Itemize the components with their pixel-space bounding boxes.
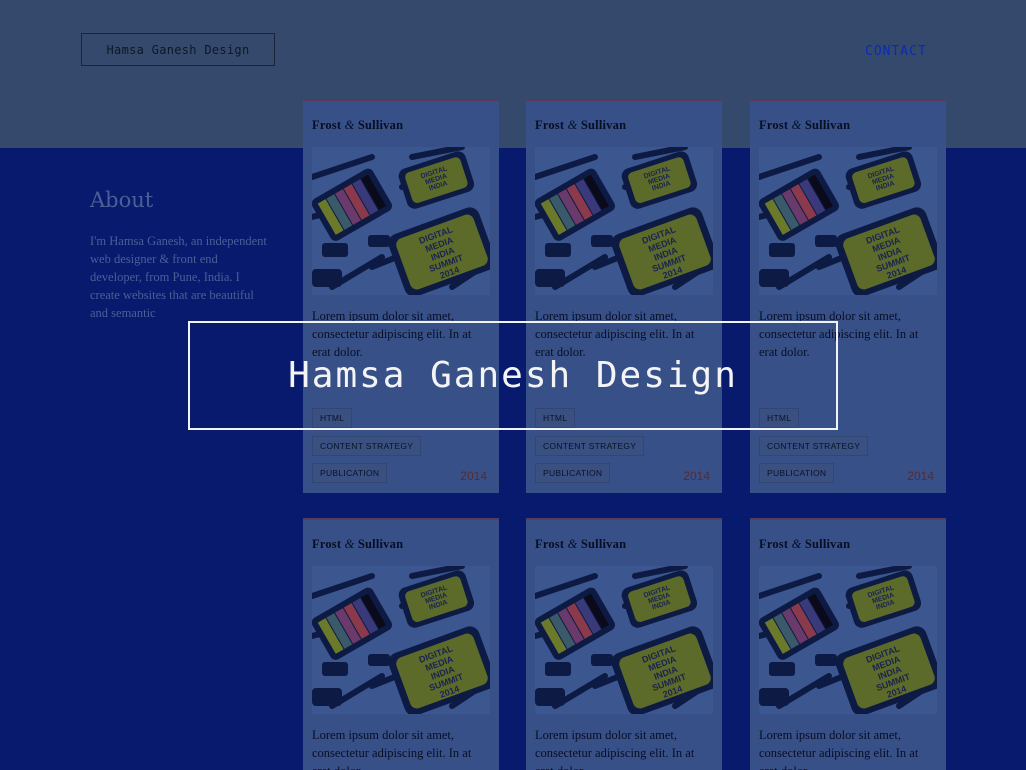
- client-logo: Frost & Sullivan: [535, 537, 627, 551]
- tag-publication[interactable]: PUBLICATION: [535, 463, 611, 483]
- contact-link[interactable]: CONTACT: [865, 44, 927, 59]
- project-description: Lorem ipsum dolor sit amet, consectetur …: [759, 728, 919, 770]
- client-logo: Frost & Sullivan: [535, 118, 627, 132]
- tag-publication[interactable]: PUBLICATION: [312, 463, 388, 483]
- project-image[interactable]: DIGITALMEDIAINDIA DIGITALMEDIAINDIASUMMIT…: [532, 144, 719, 297]
- about-text: I'm Hamsa Ganesh, an independent web des…: [90, 234, 267, 320]
- project-year: 2014: [907, 469, 934, 483]
- project-card[interactable]: Frost & Sullivan DIGITALMEDIAINDIA DIGITA…: [526, 518, 722, 770]
- site-logo[interactable]: Hamsa Ganesh Design: [81, 33, 275, 66]
- project-year: 2014: [683, 469, 710, 483]
- overlay-title: Hamsa Ganesh Design: [288, 355, 738, 396]
- project-card[interactable]: Frost & Sullivan DIGITALMEDIAINDIA DIGITA…: [750, 518, 946, 770]
- project-card[interactable]: Frost & Sullivan DIGITALMEDIAINDIA DIGITA…: [750, 99, 946, 493]
- project-year: 2014: [460, 469, 487, 483]
- client-logo: Frost & Sullivan: [312, 537, 404, 551]
- project-image[interactable]: DIGITALMEDIAINDIA DIGITALMEDIAINDIASUMMIT…: [756, 563, 943, 716]
- project-card[interactable]: Frost & Sullivan DIGITALMEDIAINDIA DIGITA…: [303, 99, 499, 493]
- project-description: Lorem ipsum dolor sit amet, consectetur …: [535, 728, 695, 770]
- project-description: Lorem ipsum dolor sit amet, consectetur …: [312, 728, 472, 770]
- tag-publication[interactable]: PUBLICATION: [759, 463, 835, 483]
- tag-content-strategy[interactable]: CONTENT STRATEGY: [759, 436, 869, 456]
- client-logo: Frost & Sullivan: [759, 118, 851, 132]
- project-image[interactable]: DIGITALMEDIAINDIA DIGITALMEDIAINDIASUMMIT…: [309, 144, 496, 297]
- client-logo: Frost & Sullivan: [759, 537, 851, 551]
- project-image[interactable]: DIGITALMEDIAINDIA DIGITALMEDIAINDIASUMMIT…: [532, 563, 719, 716]
- project-image[interactable]: DIGITALMEDIAINDIA DIGITALMEDIAINDIASUMMIT…: [756, 144, 943, 297]
- project-card[interactable]: Frost & Sullivan DIGITALMEDIAINDIA DIGITA…: [303, 518, 499, 770]
- project-image[interactable]: DIGITALMEDIAINDIA DIGITALMEDIAINDIASUMMIT…: [309, 563, 496, 716]
- tag-content-strategy[interactable]: CONTENT STRATEGY: [312, 436, 422, 456]
- project-card[interactable]: Frost & Sullivan DIGITALMEDIAINDIA DIGITA…: [526, 99, 722, 493]
- title-overlay: Hamsa Ganesh Design: [188, 321, 838, 430]
- about-heading: About: [90, 188, 154, 212]
- client-logo: Frost & Sullivan: [312, 118, 404, 132]
- page: Hamsa Ganesh Design CONTACT About I'm Ha…: [0, 0, 1026, 770]
- tag-content-strategy[interactable]: CONTENT STRATEGY: [535, 436, 645, 456]
